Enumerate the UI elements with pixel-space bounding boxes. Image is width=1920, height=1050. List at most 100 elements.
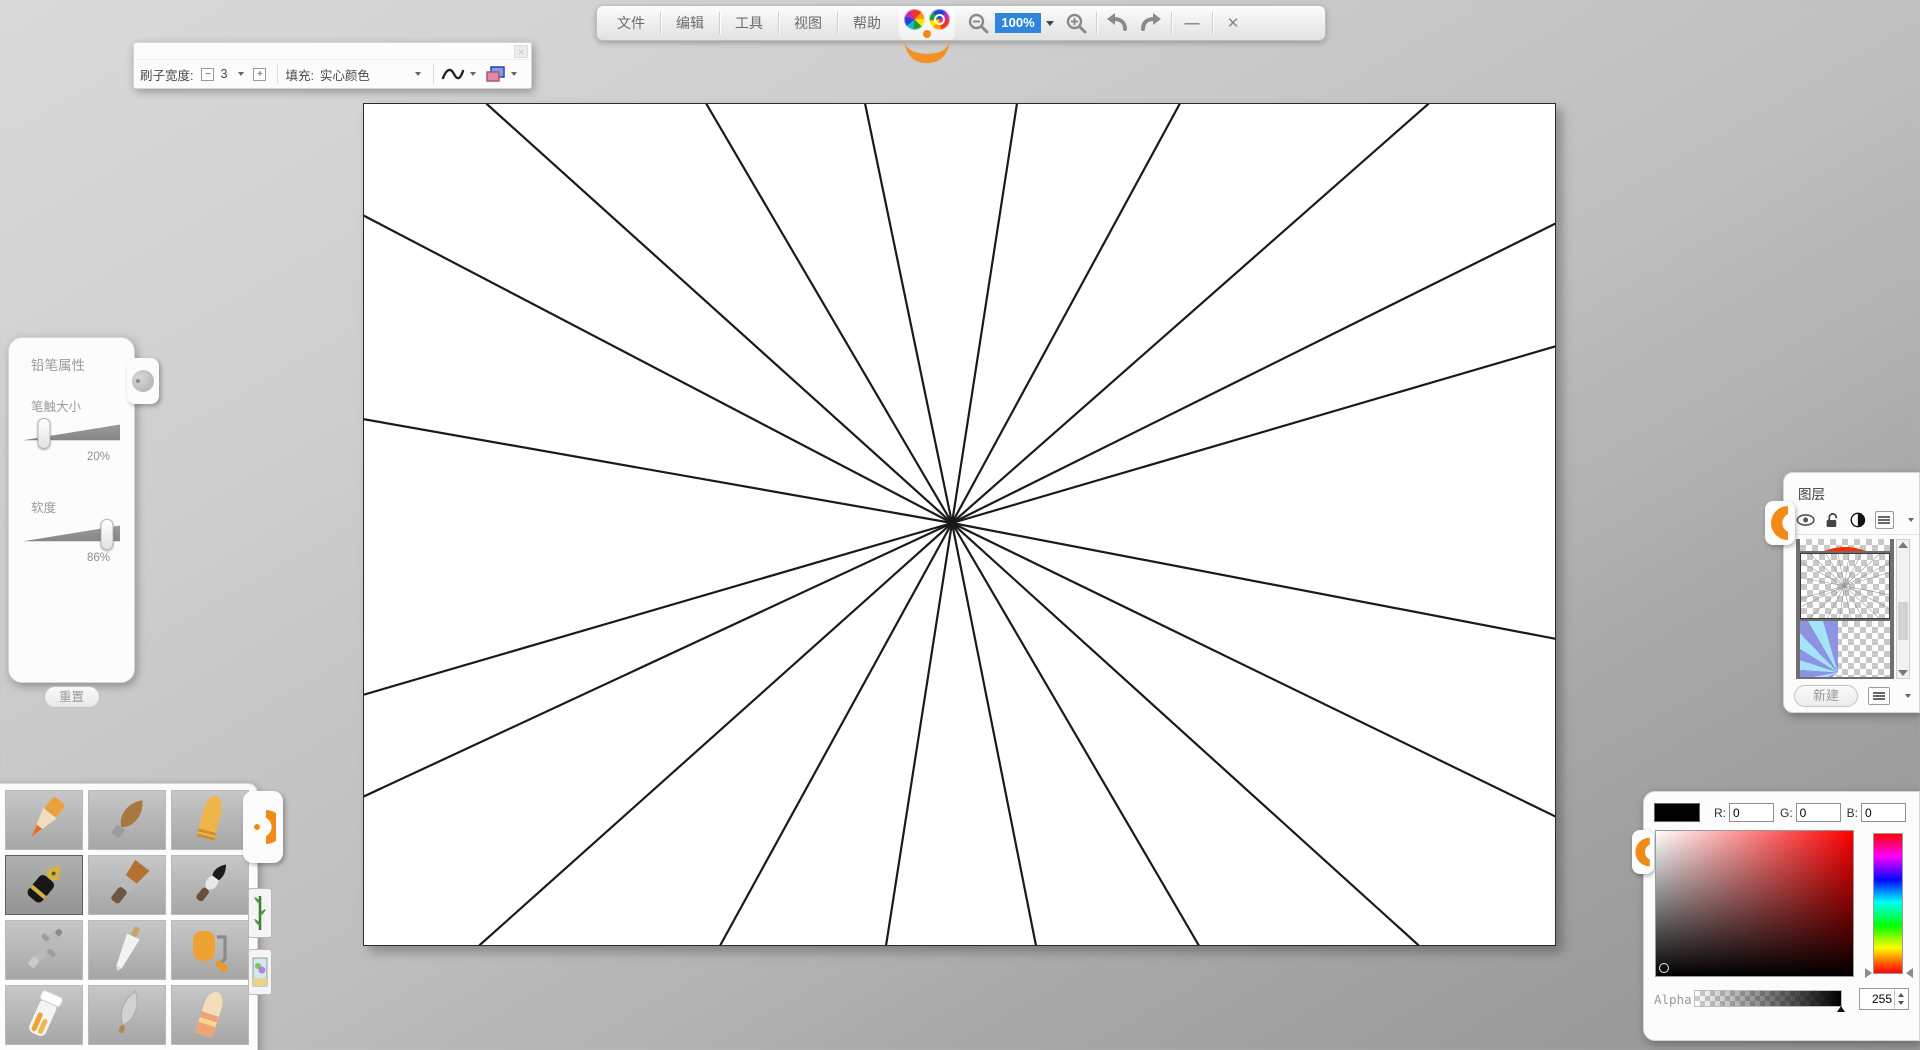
blue-input[interactable]: [1861, 803, 1907, 822]
layer-visibility-icon[interactable]: [1796, 512, 1815, 528]
stroke-style-dropdown-icon[interactable]: [469, 72, 476, 76]
scroll-up-icon[interactable]: [1898, 540, 1908, 550]
paint-roller-icon: [193, 931, 228, 973]
zoom-level-value[interactable]: 100%: [995, 13, 1041, 33]
hue-slider[interactable]: [1873, 833, 1903, 974]
alpha-decrease-icon[interactable]: [1898, 1001, 1904, 1005]
softness-value: 86%: [86, 552, 110, 564]
tool-palette-collapse-tab[interactable]: [243, 791, 283, 863]
menu-help[interactable]: 帮助: [841, 10, 893, 36]
layer-thumbnail-current[interactable]: [1800, 553, 1890, 619]
clown-left-eye-icon: [904, 9, 925, 30]
tool-ink-brush[interactable]: [171, 855, 249, 915]
menu-edit[interactable]: 编辑: [664, 10, 716, 36]
layers-scrollbar[interactable]: [1896, 539, 1910, 679]
layers-panel-collapse-tab[interactable]: [1765, 501, 1795, 545]
drawing-canvas[interactable]: [363, 103, 1556, 946]
alpha-slider[interactable]: [1694, 990, 1845, 1012]
close-button[interactable]: ✕: [1216, 9, 1250, 37]
tool-eraser[interactable]: [171, 985, 249, 1045]
undo-icon: [1107, 13, 1127, 31]
palette-knife-icon: [116, 926, 140, 971]
new-layer-dropdown-icon[interactable]: [1905, 694, 1911, 698]
divider: [432, 64, 434, 84]
divider: [1212, 12, 1213, 34]
menu-tools[interactable]: 工具: [723, 10, 775, 36]
bamboo-brush-preset-button[interactable]: [248, 888, 272, 938]
tool-palette-knife[interactable]: [88, 920, 166, 980]
current-color-swatch[interactable]: [1654, 803, 1700, 822]
scroll-down-icon[interactable]: [1898, 668, 1908, 678]
new-layer-button[interactable]: 新建: [1794, 685, 1858, 707]
stroke-size-slider[interactable]: [19, 417, 124, 451]
texture-preset-button[interactable]: [248, 949, 272, 995]
layer-menu-dropdown-icon[interactable]: [1908, 518, 1914, 522]
fill-mode-dropdown-icon[interactable]: [414, 72, 421, 76]
alpha-marker-icon[interactable]: [1837, 1006, 1845, 1012]
blue-label: B:: [1846, 805, 1859, 820]
layer-blend-icon[interactable]: [1850, 511, 1866, 529]
pencil-icon: [31, 797, 65, 837]
divider: [719, 12, 720, 34]
ink-brush-icon: [196, 864, 227, 902]
stroke-size-value: 20%: [86, 451, 110, 463]
fill-mode-value[interactable]: 实心颜色: [320, 65, 404, 84]
tool-flat-brush[interactable]: [88, 855, 166, 915]
app-logo: [899, 6, 955, 64]
fill-label: 填充:: [285, 68, 314, 83]
tool-paint-jar[interactable]: [5, 985, 83, 1045]
layer-thumbnail-rainbow[interactable]: [1800, 539, 1890, 551]
zoom-level-dropdown-icon[interactable]: [1046, 20, 1054, 26]
color-picker-collapse-tab[interactable]: [1632, 830, 1654, 874]
pencil-panel-collapse-tab[interactable]: [127, 358, 159, 404]
hue-marker-right-icon[interactable]: [1906, 968, 1913, 978]
brush-width-decrease-button[interactable]: −: [201, 67, 215, 81]
zoom-out-button[interactable]: [961, 9, 995, 37]
brush-toolbar-close-icon[interactable]: ✕: [514, 45, 528, 58]
bamboo-icon: [254, 896, 266, 930]
brush-width-dropdown-icon[interactable]: [238, 72, 245, 76]
color-mode-dropdown-icon[interactable]: [510, 72, 517, 76]
clown-nose-icon: [923, 30, 931, 38]
red-input[interactable]: [1729, 803, 1774, 822]
color-picker-panel: R: G: B: Alpha: [1632, 791, 1920, 1041]
divider: [1096, 12, 1097, 34]
menu-view[interactable]: 视图: [782, 10, 834, 36]
layers-panel-title: 图层: [1798, 487, 1825, 502]
color-selection-cursor[interactable]: [1659, 963, 1669, 973]
layer-menu-button[interactable]: [1874, 511, 1894, 529]
tool-pencil[interactable]: [5, 790, 83, 850]
picture-icon: [252, 957, 268, 987]
tool-fountain-pen[interactable]: [5, 855, 83, 915]
alpha-value-input[interactable]: [1860, 989, 1894, 1009]
hue-marker-left-icon[interactable]: [1865, 968, 1872, 978]
layer-thumbnail-drawing: [1801, 554, 1889, 618]
reset-button[interactable]: 重置: [43, 686, 100, 708]
minimize-button[interactable]: —: [1175, 9, 1209, 37]
saturation-value-field[interactable]: [1655, 830, 1854, 977]
zoom-in-button[interactable]: [1059, 9, 1093, 37]
redo-button[interactable]: [1134, 9, 1168, 37]
stroke-size-slider-handle[interactable]: [37, 418, 51, 449]
tool-crayon[interactable]: [171, 790, 249, 850]
color-mode-icon[interactable]: [486, 65, 506, 83]
brush-toolbar-titlebar[interactable]: ✕: [134, 43, 531, 60]
alpha-label: Alpha: [1654, 992, 1692, 1007]
tool-airbrush[interactable]: [5, 920, 83, 980]
brush-width-increase-button[interactable]: +: [253, 67, 267, 81]
alpha-increase-icon[interactable]: [1898, 993, 1904, 997]
layer-thumbnail-blue-rays[interactable]: [1800, 621, 1890, 677]
orange-ear-icon: [254, 810, 276, 844]
softness-slider-handle[interactable]: [100, 519, 114, 550]
menu-file[interactable]: 文件: [605, 10, 657, 36]
scrollbar-thumb[interactable]: [1898, 602, 1908, 640]
green-input[interactable]: [1795, 803, 1841, 822]
tool-paint-roller[interactable]: [171, 920, 249, 980]
layer-lock-icon[interactable]: [1824, 511, 1841, 529]
new-layer-menu-button[interactable]: [1868, 687, 1890, 705]
tool-wooden-brush[interactable]: [88, 790, 166, 850]
softness-slider[interactable]: [19, 518, 124, 552]
undo-button[interactable]: [1100, 9, 1134, 37]
tool-leaf-knife[interactable]: [88, 985, 166, 1045]
stroke-style-icon[interactable]: [441, 66, 465, 82]
